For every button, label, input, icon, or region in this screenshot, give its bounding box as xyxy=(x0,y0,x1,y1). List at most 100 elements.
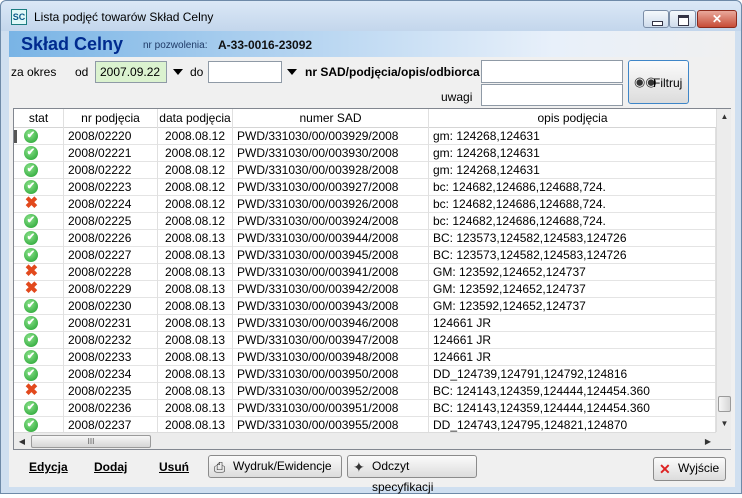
receipt-number-cell: 2008/02232 xyxy=(64,332,158,349)
horizontal-scroll-thumb[interactable]: III xyxy=(31,435,151,448)
add-link[interactable]: Dodaj xyxy=(94,460,127,474)
status-cell: ✔ xyxy=(14,213,64,230)
column-header-opis[interactable]: opis podjęcia xyxy=(429,109,716,128)
description-cell: 124661 JR xyxy=(429,315,716,332)
period-label: za okres xyxy=(11,65,57,79)
sad-number-cell: PWD/331030/00/003930/2008 xyxy=(233,145,429,162)
description-cell: gm: 124268,124631 xyxy=(429,128,716,145)
receipt-number-cell: 2008/02220 xyxy=(64,128,158,145)
from-date-dropdown-icon[interactable] xyxy=(173,69,183,75)
table-row[interactable]: ✖ 2008/02228 2008.08.13 PWD/331030/00/00394… xyxy=(14,264,716,281)
table-row[interactable]: ✖ 2008/02224 2008.08.12 PWD/331030/00/00392… xyxy=(14,196,716,213)
notes-input[interactable] xyxy=(481,84,623,106)
status-ok-icon: ✔ xyxy=(24,418,38,432)
sad-number-cell: PWD/331030/00/003955/2008 xyxy=(233,417,429,432)
scroll-right-icon[interactable]: ▶ xyxy=(700,433,716,450)
receipt-number-cell: 2008/02222 xyxy=(64,162,158,179)
table-row[interactable]: ✔ 2008/02234 2008.08.13 PWD/331030/00/00395… xyxy=(14,366,716,383)
exit-button[interactable]: ✕ Wyjście xyxy=(653,457,726,481)
status-ok-icon: ✔ xyxy=(24,333,38,347)
sad-number-cell: PWD/331030/00/003944/2008 xyxy=(233,230,429,247)
receipt-number-cell: 2008/02226 xyxy=(64,230,158,247)
table-row[interactable]: ✔ 2008/02220 2008.08.12 PWD/331030/00/00392… xyxy=(14,128,716,145)
table-row[interactable]: ✔ 2008/02233 2008.08.13 PWD/331030/00/00394… xyxy=(14,349,716,366)
receipt-date-cell: 2008.08.12 xyxy=(158,179,233,196)
sad-number-cell: PWD/331030/00/003945/2008 xyxy=(233,247,429,264)
table-row[interactable]: ✔ 2008/02222 2008.08.12 PWD/331030/00/00392… xyxy=(14,162,716,179)
table-row[interactable]: ✖ 2008/02229 2008.08.13 PWD/331030/00/00394… xyxy=(14,281,716,298)
vertical-scrollbar[interactable]: ▲ ▼ xyxy=(716,109,731,432)
column-header-stat[interactable]: stat xyxy=(14,109,64,128)
table-row[interactable]: ✔ 2008/02227 2008.08.13 PWD/331030/00/00394… xyxy=(14,247,716,264)
scroll-up-icon[interactable]: ▲ xyxy=(717,109,732,125)
status-ok-icon: ✔ xyxy=(24,299,38,313)
to-date-field[interactable] xyxy=(208,61,282,83)
from-date-field[interactable]: 2007.09.22 xyxy=(95,61,167,83)
description-cell: GM: 123592,124652,124737 xyxy=(429,281,716,298)
print-button[interactable]: ⎙ Wydruk/Ewidencje xyxy=(208,455,342,478)
permit-number: A-33-0016-23092 xyxy=(218,38,313,52)
receipt-date-cell: 2008.08.13 xyxy=(158,315,233,332)
table-row[interactable]: ✔ 2008/02230 2008.08.13 PWD/331030/00/00394… xyxy=(14,298,716,315)
receipt-number-cell: 2008/02234 xyxy=(64,366,158,383)
receipt-date-cell: 2008.08.13 xyxy=(158,247,233,264)
receipts-table: stat nr podjęcia data podjęcia numer SAD… xyxy=(13,108,731,450)
status-cell: ✖ xyxy=(14,196,64,213)
receipt-date-cell: 2008.08.12 xyxy=(158,145,233,162)
close-button[interactable] xyxy=(697,10,737,28)
status-cell: ✔ xyxy=(14,247,64,264)
receipt-date-cell: 2008.08.13 xyxy=(158,400,233,417)
receipt-number-cell: 2008/02227 xyxy=(64,247,158,264)
receipt-date-cell: 2008.08.13 xyxy=(158,332,233,349)
table-row[interactable]: ✔ 2008/02231 2008.08.13 PWD/331030/00/00394… xyxy=(14,315,716,332)
scroll-left-icon[interactable]: ◀ xyxy=(14,433,30,450)
description-cell: 124661 JR xyxy=(429,349,716,366)
receipt-number-cell: 2008/02225 xyxy=(64,213,158,230)
filter-button-label: Filtruj xyxy=(653,76,683,90)
read-specification-button[interactable]: ✦ Odczyt specyfikacji xyxy=(347,455,477,494)
wand-icon: ✦ xyxy=(353,459,365,475)
receipt-date-cell: 2008.08.12 xyxy=(158,162,233,179)
receipt-number-cell: 2008/02221 xyxy=(64,145,158,162)
table-row[interactable]: ✔ 2008/02236 2008.08.13 PWD/331030/00/00395… xyxy=(14,400,716,417)
edit-link[interactable]: Edycja xyxy=(29,460,68,474)
to-date-dropdown-icon[interactable] xyxy=(287,69,297,75)
sad-filter-input[interactable] xyxy=(481,60,623,83)
horizontal-scrollbar[interactable]: ◀ III ▶ xyxy=(14,432,716,449)
column-header-date[interactable]: data podjęcia xyxy=(158,109,233,128)
table-row[interactable]: ✔ 2008/02232 2008.08.13 PWD/331030/00/00394… xyxy=(14,332,716,349)
read-specification-label: Odczyt specyfikacji xyxy=(372,459,434,494)
status-cell: ✖ xyxy=(14,383,64,400)
scroll-down-icon[interactable]: ▼ xyxy=(717,416,732,432)
from-label: od xyxy=(75,65,89,79)
column-header-sad[interactable]: numer SAD xyxy=(233,109,429,128)
client-area: Skład Celny nr pozwolenia: A-33-0016-230… xyxy=(9,31,735,494)
table-row[interactable]: ✔ 2008/02225 2008.08.12 PWD/331030/00/00392… xyxy=(14,213,716,230)
table-row[interactable]: ✖ 2008/02235 2008.08.13 PWD/331030/00/00395… xyxy=(14,383,716,400)
table-row[interactable]: ✔ 2008/02237 2008.08.13 PWD/331030/00/00395… xyxy=(14,417,716,432)
sad-number-cell: PWD/331030/00/003946/2008 xyxy=(233,315,429,332)
receipt-date-cell: 2008.08.13 xyxy=(158,366,233,383)
minimize-button[interactable] xyxy=(643,10,669,28)
sad-number-cell: PWD/331030/00/003950/2008 xyxy=(233,366,429,383)
status-ok-icon: ✔ xyxy=(24,367,38,381)
status-cell: ✔ xyxy=(14,179,64,196)
table-row[interactable]: ✔ 2008/02226 2008.08.13 PWD/331030/00/00394… xyxy=(14,230,716,247)
column-header-nr[interactable]: nr podjęcia xyxy=(64,109,158,128)
maximize-button[interactable] xyxy=(669,10,696,28)
vertical-scroll-thumb[interactable] xyxy=(718,396,731,412)
status-error-icon: ✖ xyxy=(24,281,39,297)
filter-button[interactable]: ◉◉ Filtruj xyxy=(628,60,689,104)
description-cell: gm: 124268,124631 xyxy=(429,162,716,179)
status-cell: ✔ xyxy=(14,230,64,247)
status-error-icon: ✖ xyxy=(24,264,39,280)
description-cell: DD_124739,124791,124792,124816 xyxy=(429,366,716,383)
table-row[interactable]: ✔ 2008/02221 2008.08.12 PWD/331030/00/00393… xyxy=(14,145,716,162)
status-cell: ✔ xyxy=(14,417,64,432)
table-row[interactable]: ✔ 2008/02223 2008.08.12 PWD/331030/00/00392… xyxy=(14,179,716,196)
title-bar[interactable]: SC Lista podjęć towarów Skład Celny xyxy=(1,1,741,31)
delete-link[interactable]: Usuń xyxy=(159,460,189,474)
receipt-date-cell: 2008.08.13 xyxy=(158,264,233,281)
brand-title: Skład Celny xyxy=(21,34,124,54)
binoculars-icon: ◉◉ xyxy=(634,74,657,89)
